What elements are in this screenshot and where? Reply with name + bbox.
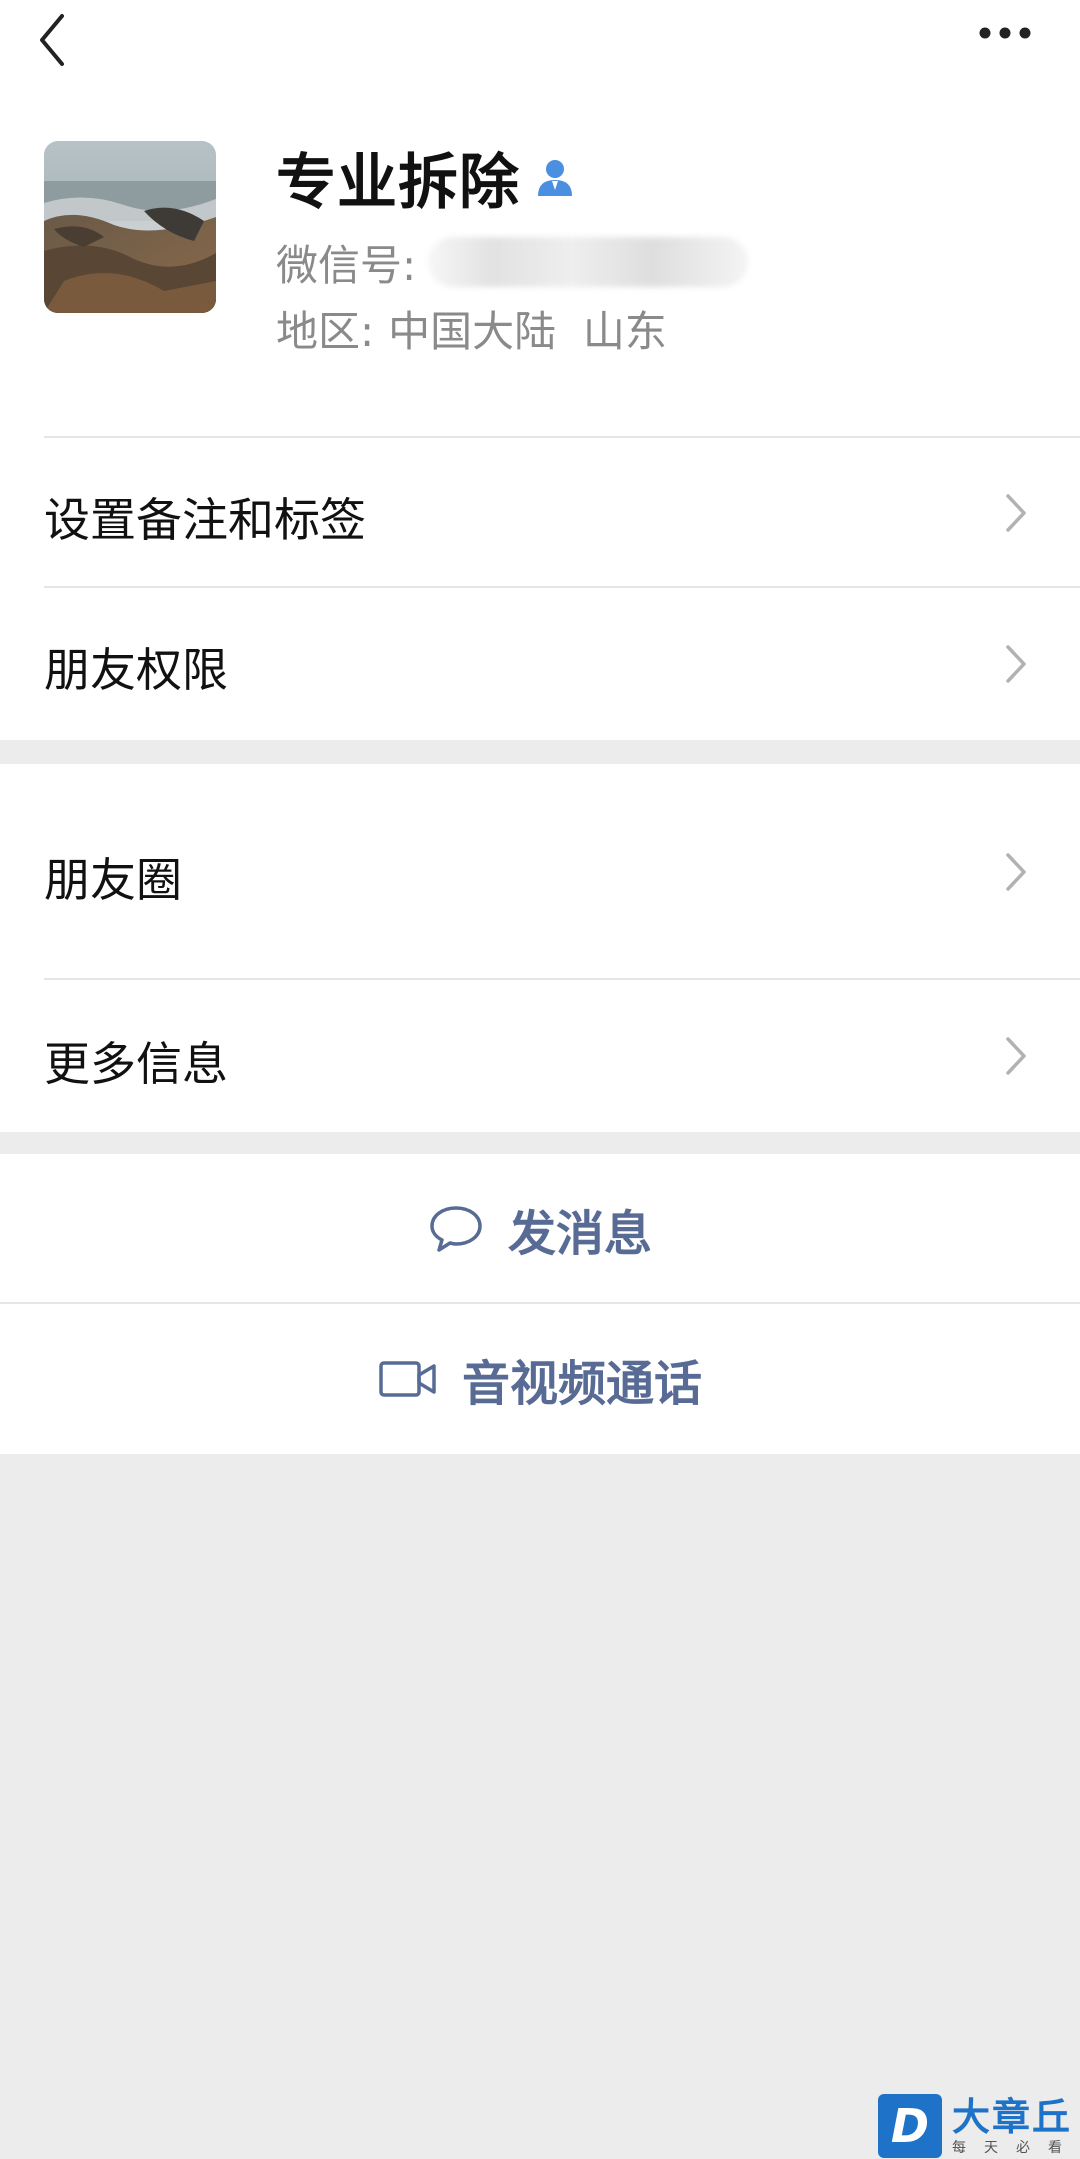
send-message-content: 发消息 xyxy=(0,1154,1080,1304)
video-call-button[interactable]: 音视频通话 xyxy=(0,1304,1080,1454)
avatar[interactable] xyxy=(44,141,216,313)
back-button[interactable] xyxy=(30,8,80,68)
watermark-title: 大章丘 xyxy=(952,2095,1073,2139)
region-row: 地区: 中国大陆 山东 xyxy=(276,298,667,358)
more-dots-icon xyxy=(979,27,1031,39)
chevron-right-icon xyxy=(1006,853,1026,891)
menu-item-remarks-tags[interactable]: 设置备注和标签 xyxy=(0,438,1080,588)
video-camera-icon xyxy=(379,1361,436,1397)
wechat-id-row: 微信号: wd1885040791 xyxy=(276,232,749,292)
site-watermark: D 大章丘 每天必看 xyxy=(878,2093,1080,2159)
send-message-label: 发消息 xyxy=(507,1206,652,1262)
chat-bubble-icon xyxy=(430,1206,482,1252)
watermark-subtitle: 每天必看 xyxy=(952,2140,1080,2156)
video-call-content: 音视频通话 xyxy=(0,1304,1080,1454)
wechat-id-label: 微信号: xyxy=(276,240,417,290)
watermark-text: 大章丘 每天必看 xyxy=(952,2095,1080,2157)
chevron-right-icon xyxy=(1006,494,1026,532)
more-options-button[interactable] xyxy=(975,18,1035,48)
region-label: 地区: xyxy=(276,306,375,356)
avatar-photo xyxy=(44,141,216,313)
video-call-label: 音视频通话 xyxy=(461,1356,702,1412)
chevron-left-icon xyxy=(40,14,64,66)
profile-card: 专业拆除 微信号: wd1885040791 地区: 中国大陆 山东 xyxy=(0,80,1080,438)
watermark-logo-letter: D xyxy=(890,2099,930,2153)
name-row: 专业拆除 xyxy=(276,142,576,218)
menu-item-label: 朋友圈 xyxy=(44,853,182,907)
wechat-id-value[interactable]: wd1885040791 xyxy=(428,237,749,287)
region-value: 中国大陆 山东 xyxy=(388,306,667,356)
top-bar xyxy=(0,0,1080,80)
menu-item-more-info[interactable]: 更多信息 xyxy=(0,980,1080,1132)
chevron-right-icon xyxy=(1006,645,1026,683)
watermark-logo: D xyxy=(878,2094,942,2158)
menu-item-friend-permissions[interactable]: 朋友权限 xyxy=(0,588,1080,740)
contact-person-icon xyxy=(538,160,572,196)
menu-item-label: 更多信息 xyxy=(44,1037,228,1091)
contact-name: 专业拆除 xyxy=(276,147,520,218)
menu-item-label: 设置备注和标签 xyxy=(44,493,366,547)
contact-profile-screen: 专业拆除 微信号: wd1885040791 地区: 中国大陆 山东 设置备注和… xyxy=(0,0,1080,2159)
menu-item-moments[interactable]: 朋友圈 xyxy=(0,764,1080,980)
menu-item-label: 朋友权限 xyxy=(44,643,228,697)
send-message-button[interactable]: 发消息 xyxy=(0,1154,1080,1304)
chevron-right-icon xyxy=(1006,1037,1026,1075)
